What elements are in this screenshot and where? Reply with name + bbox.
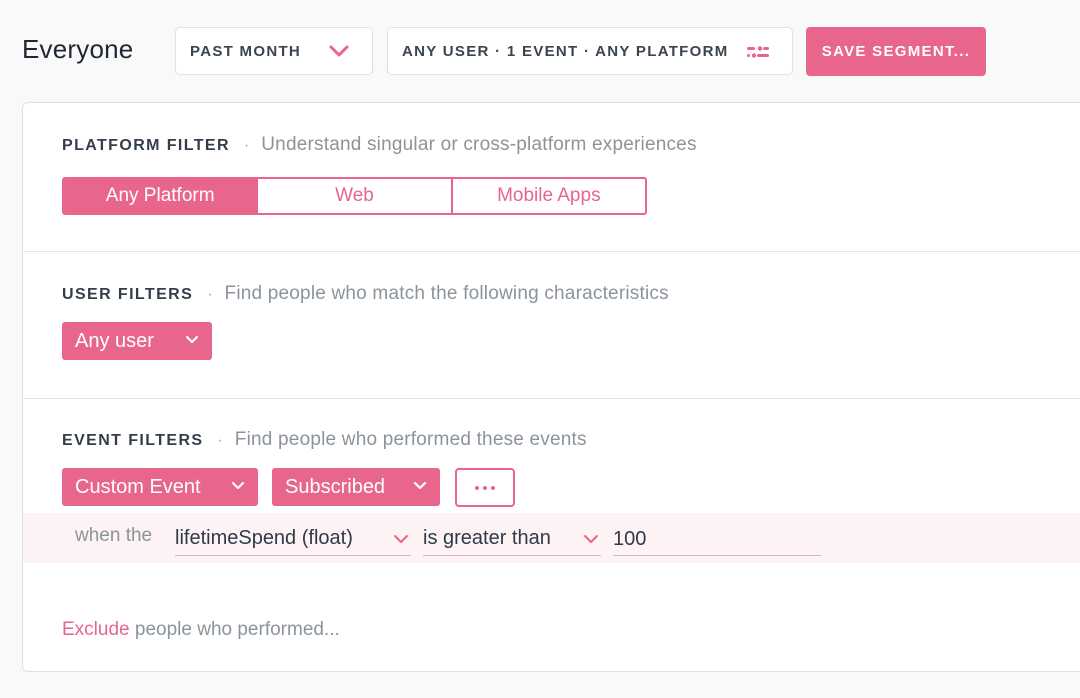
operator-value: is greater than: [423, 527, 551, 549]
operator-select[interactable]: is greater than: [423, 521, 601, 556]
chevron-down-icon: [185, 335, 199, 344]
separator-dot: ·: [243, 137, 250, 154]
top-bar: Everyone PAST MONTH ANY USER · 1 EVENT ·…: [0, 0, 1080, 100]
chevron-down-icon: [584, 535, 598, 543]
property-select[interactable]: lifetimeSpend (float): [175, 521, 411, 556]
condition-value-input[interactable]: [613, 521, 821, 556]
save-segment-button[interactable]: SAVE SEGMENT...: [806, 27, 986, 76]
platform-segmented-control: Any Platform Web Mobile Apps: [62, 177, 647, 215]
event-filters-heading: EVENT FILTERS: [62, 432, 204, 449]
user-filter-value: Any user: [75, 329, 154, 352]
event-filters-description: Find people who performed these events: [234, 429, 587, 450]
user-filter-dropdown[interactable]: Any user: [62, 322, 212, 360]
filter-sliders-icon: [747, 46, 769, 58]
event-condition-row: when the lifetimeSpend (float) is greate…: [23, 513, 1080, 563]
ellipsis-dot: [483, 485, 487, 490]
user-filters-description: Find people who match the following char…: [224, 283, 669, 304]
chevron-down-icon: [394, 535, 408, 543]
segment-filters-panel: PLATFORM FILTER · Understand singular or…: [22, 102, 1080, 672]
more-options-button[interactable]: [455, 468, 515, 507]
ellipsis-dot: [475, 485, 479, 490]
exclude-row: Exclude people who performed...: [62, 619, 340, 641]
event-type-dropdown[interactable]: Custom Event: [62, 468, 258, 506]
platform-filter-header: PLATFORM FILTER · Understand singular or…: [62, 134, 697, 156]
platform-option-web[interactable]: Web: [256, 179, 450, 213]
platform-option-mobile-apps[interactable]: Mobile Apps: [450, 179, 645, 213]
platform-filter-heading: PLATFORM FILTER: [62, 137, 230, 154]
event-filters-header: EVENT FILTERS · Find people who performe…: [62, 429, 587, 451]
date-range-dropdown[interactable]: PAST MONTH: [175, 27, 373, 75]
ellipsis-dot: [491, 485, 495, 490]
user-filters-heading: USER FILTERS: [62, 286, 194, 303]
exclude-description: people who performed...: [129, 619, 340, 640]
platform-option-any[interactable]: Any Platform: [64, 179, 257, 213]
user-filters-section: USER FILTERS · Find people who match the…: [23, 252, 1080, 399]
segment-summary-label: ANY USER · 1 EVENT · ANY PLATFORM: [402, 42, 729, 60]
platform-filter-section: PLATFORM FILTER · Understand singular or…: [23, 103, 1080, 252]
date-range-label: PAST MONTH: [190, 42, 302, 60]
event-type-value: Custom Event: [75, 475, 201, 498]
event-filters-section: EVENT FILTERS · Find people who performe…: [23, 399, 1080, 596]
chevron-down-icon: [413, 481, 427, 490]
chevron-down-icon: [329, 45, 349, 57]
segment-summary-button[interactable]: ANY USER · 1 EVENT · ANY PLATFORM: [387, 27, 793, 75]
segment-title: Everyone: [22, 34, 134, 64]
condition-prefix: when the: [75, 525, 153, 546]
platform-filter-description: Understand singular or cross-platform ex…: [261, 134, 697, 155]
separator-dot: ·: [207, 286, 213, 303]
exclude-link[interactable]: Exclude: [62, 619, 130, 640]
event-name-value: Subscribed: [285, 475, 386, 498]
property-value: lifetimeSpend (float): [175, 527, 353, 549]
event-name-dropdown[interactable]: Subscribed: [272, 468, 440, 506]
chevron-down-icon: [231, 481, 245, 490]
separator-dot: ·: [217, 432, 223, 449]
user-filters-header: USER FILTERS · Find people who match the…: [62, 283, 669, 305]
